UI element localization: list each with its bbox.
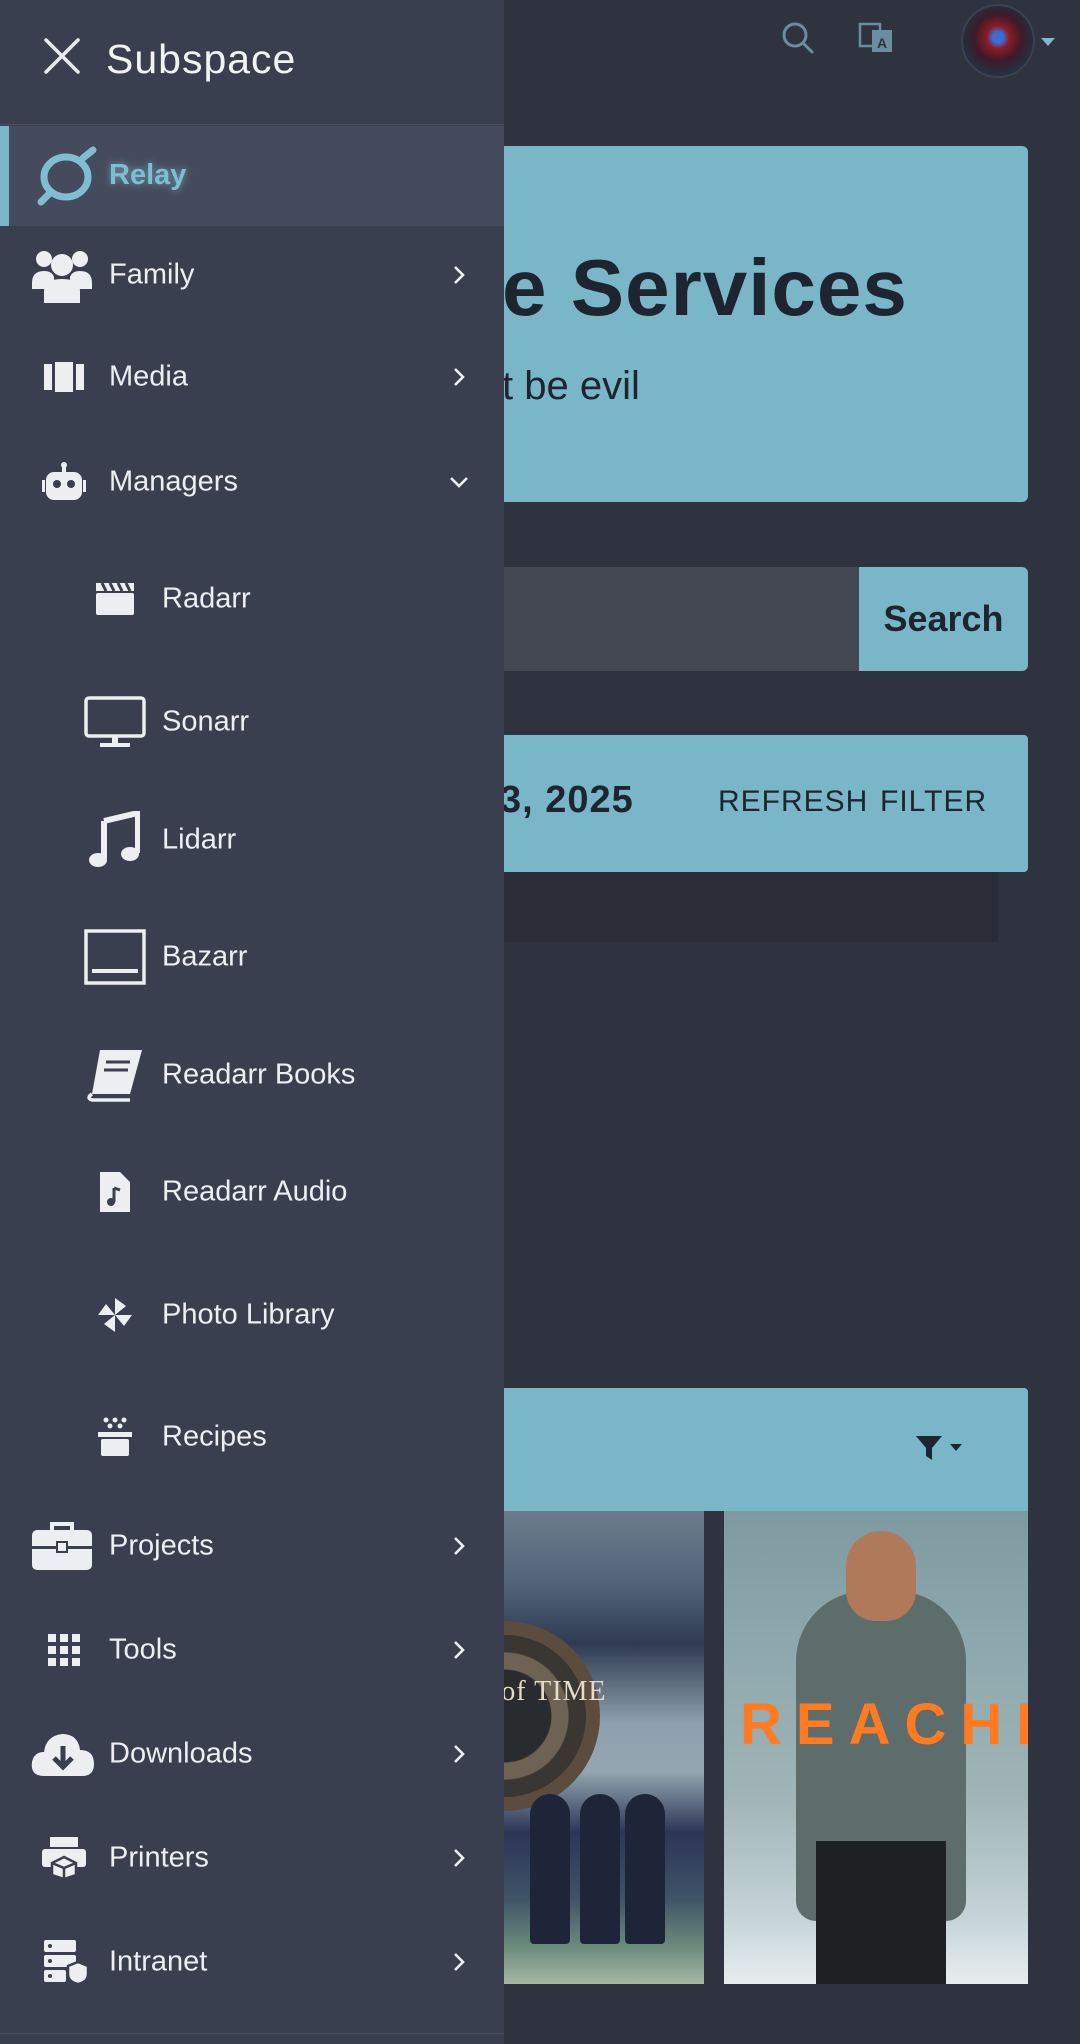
- grid-icon: [48, 1634, 80, 1666]
- sidebar-item-downloads[interactable]: Downloads: [0, 1709, 504, 1799]
- sidebar-item-label: Tools: [109, 1633, 177, 1666]
- sidebar-item-relay[interactable]: Relay: [0, 126, 504, 226]
- sidebar-item-label: Downloads: [109, 1737, 253, 1770]
- nav-drawer: Subspace Relay Family Media Managers Rad…: [0, 0, 504, 2044]
- poster-figure: [625, 1794, 665, 1944]
- sidebar-item-label: Intranet: [109, 1945, 208, 1978]
- book-icon: [87, 1050, 142, 1102]
- calendar-body: [440, 872, 998, 942]
- sidebar-item-family[interactable]: Family: [0, 230, 504, 320]
- search-button[interactable]: Search: [859, 567, 1028, 671]
- sidebar-item-label: Lidarr: [162, 823, 237, 856]
- media-header: [440, 1388, 1028, 1511]
- users-icon: [32, 251, 92, 303]
- subtitles-icon: [84, 929, 146, 985]
- monitor-icon: [84, 696, 146, 747]
- sidebar-item-tools[interactable]: Tools: [0, 1605, 504, 1695]
- sidebar-item-radarr[interactable]: Radarr: [0, 554, 504, 644]
- poster-figure-legs: [816, 1841, 946, 1984]
- sidebar-item-managers[interactable]: Managers: [0, 437, 504, 527]
- sidebar-item-label: Relay: [109, 159, 187, 191]
- sidebar-item-sonarr[interactable]: Sonarr: [0, 677, 504, 767]
- audio-file-icon: [100, 1172, 130, 1212]
- poster-figure-head: [846, 1531, 916, 1621]
- sidebar-item-label: Photo Library: [162, 1298, 335, 1331]
- sidebar-item-label: Sonarr: [162, 705, 250, 738]
- chevron-right-icon: [454, 1953, 465, 1971]
- sidebar-item-label: Projects: [109, 1529, 214, 1562]
- drawer-title: Subspace: [106, 36, 297, 82]
- hero-subtitle: t be evil: [502, 364, 640, 408]
- translate-icon[interactable]: A: [856, 18, 896, 58]
- sidebar-item-intranet[interactable]: Intranet: [0, 1917, 504, 2007]
- sidebar-item-label: Readarr Books: [162, 1058, 356, 1091]
- sidebar-item-label: Media: [109, 360, 188, 393]
- music-note-icon: [89, 811, 140, 867]
- sidebar-item-recipes[interactable]: Recipes: [0, 1392, 504, 1482]
- film-strip-icon: [44, 362, 84, 392]
- search-icon[interactable]: [778, 18, 818, 58]
- sidebar-item-bazarr[interactable]: Bazarr: [0, 912, 504, 1002]
- chevron-right-icon: [454, 1537, 465, 1555]
- sidebar-item-printers[interactable]: Printers: [0, 1813, 504, 1903]
- briefcase-icon: [32, 1522, 92, 1570]
- divider: [0, 2033, 504, 2034]
- server-shield-icon: [44, 1940, 88, 1984]
- search-bar: Search: [440, 567, 1028, 671]
- chevron-right-icon: [454, 266, 465, 284]
- printer-icon: [42, 1837, 86, 1879]
- hero-banner: e Services t be evil: [440, 146, 1028, 502]
- sidebar-item-label: Managers: [109, 465, 238, 498]
- relay-logo: [37, 146, 97, 206]
- sidebar-item-label: Readarr Audio: [162, 1175, 348, 1208]
- sidebar-item-label: Printers: [109, 1841, 209, 1874]
- sidebar-item-label: Radarr: [162, 582, 251, 615]
- caret-down-icon[interactable]: [1041, 38, 1055, 46]
- robot-icon: [42, 462, 86, 500]
- sidebar-item-label: Family: [109, 258, 195, 291]
- chevron-down-icon: [450, 477, 468, 488]
- calendar-header: R 3, 2025 REFRESH FILTER: [440, 735, 1028, 872]
- poster-figure: [580, 1794, 620, 1944]
- chevron-right-icon: [454, 368, 465, 386]
- svg-text:A: A: [877, 35, 887, 51]
- filter-icon[interactable]: [908, 1428, 968, 1468]
- poster-reacher[interactable]: REACHER: [724, 1511, 1028, 1984]
- close-icon[interactable]: [38, 32, 86, 80]
- top-toolbar: A: [680, 0, 1080, 80]
- chevron-right-icon: [454, 1641, 465, 1659]
- clapperboard-icon: [96, 583, 134, 615]
- sidebar-item-lidarr[interactable]: Lidarr: [0, 795, 504, 885]
- sidebar-item-photo-library[interactable]: Photo Library: [0, 1270, 504, 1360]
- chevron-right-icon: [454, 1849, 465, 1867]
- sidebar-item-label: Bazarr: [162, 940, 248, 973]
- sidebar-item-readarr-books[interactable]: Readarr Books: [0, 1030, 504, 1120]
- pinwheel-icon: [98, 1298, 132, 1332]
- sidebar-item-label: Recipes: [162, 1420, 267, 1453]
- cloud-download-icon: [31, 1734, 94, 1776]
- drawer-header: Subspace: [0, 0, 504, 125]
- cooking-pot-icon: [98, 1417, 132, 1456]
- avatar[interactable]: [961, 4, 1035, 78]
- refresh-button[interactable]: REFRESH: [718, 785, 868, 819]
- chevron-right-icon: [454, 1745, 465, 1763]
- poster-figure: [530, 1794, 570, 1944]
- sidebar-item-readarr-audio[interactable]: Readarr Audio: [0, 1147, 504, 1237]
- filter-button[interactable]: FILTER: [880, 785, 987, 819]
- sidebar-item-media[interactable]: Media: [0, 332, 504, 422]
- sidebar-item-projects[interactable]: Projects: [0, 1501, 504, 1591]
- hero-title: e Services: [502, 243, 908, 332]
- poster-title: REACHER: [740, 1692, 1028, 1757]
